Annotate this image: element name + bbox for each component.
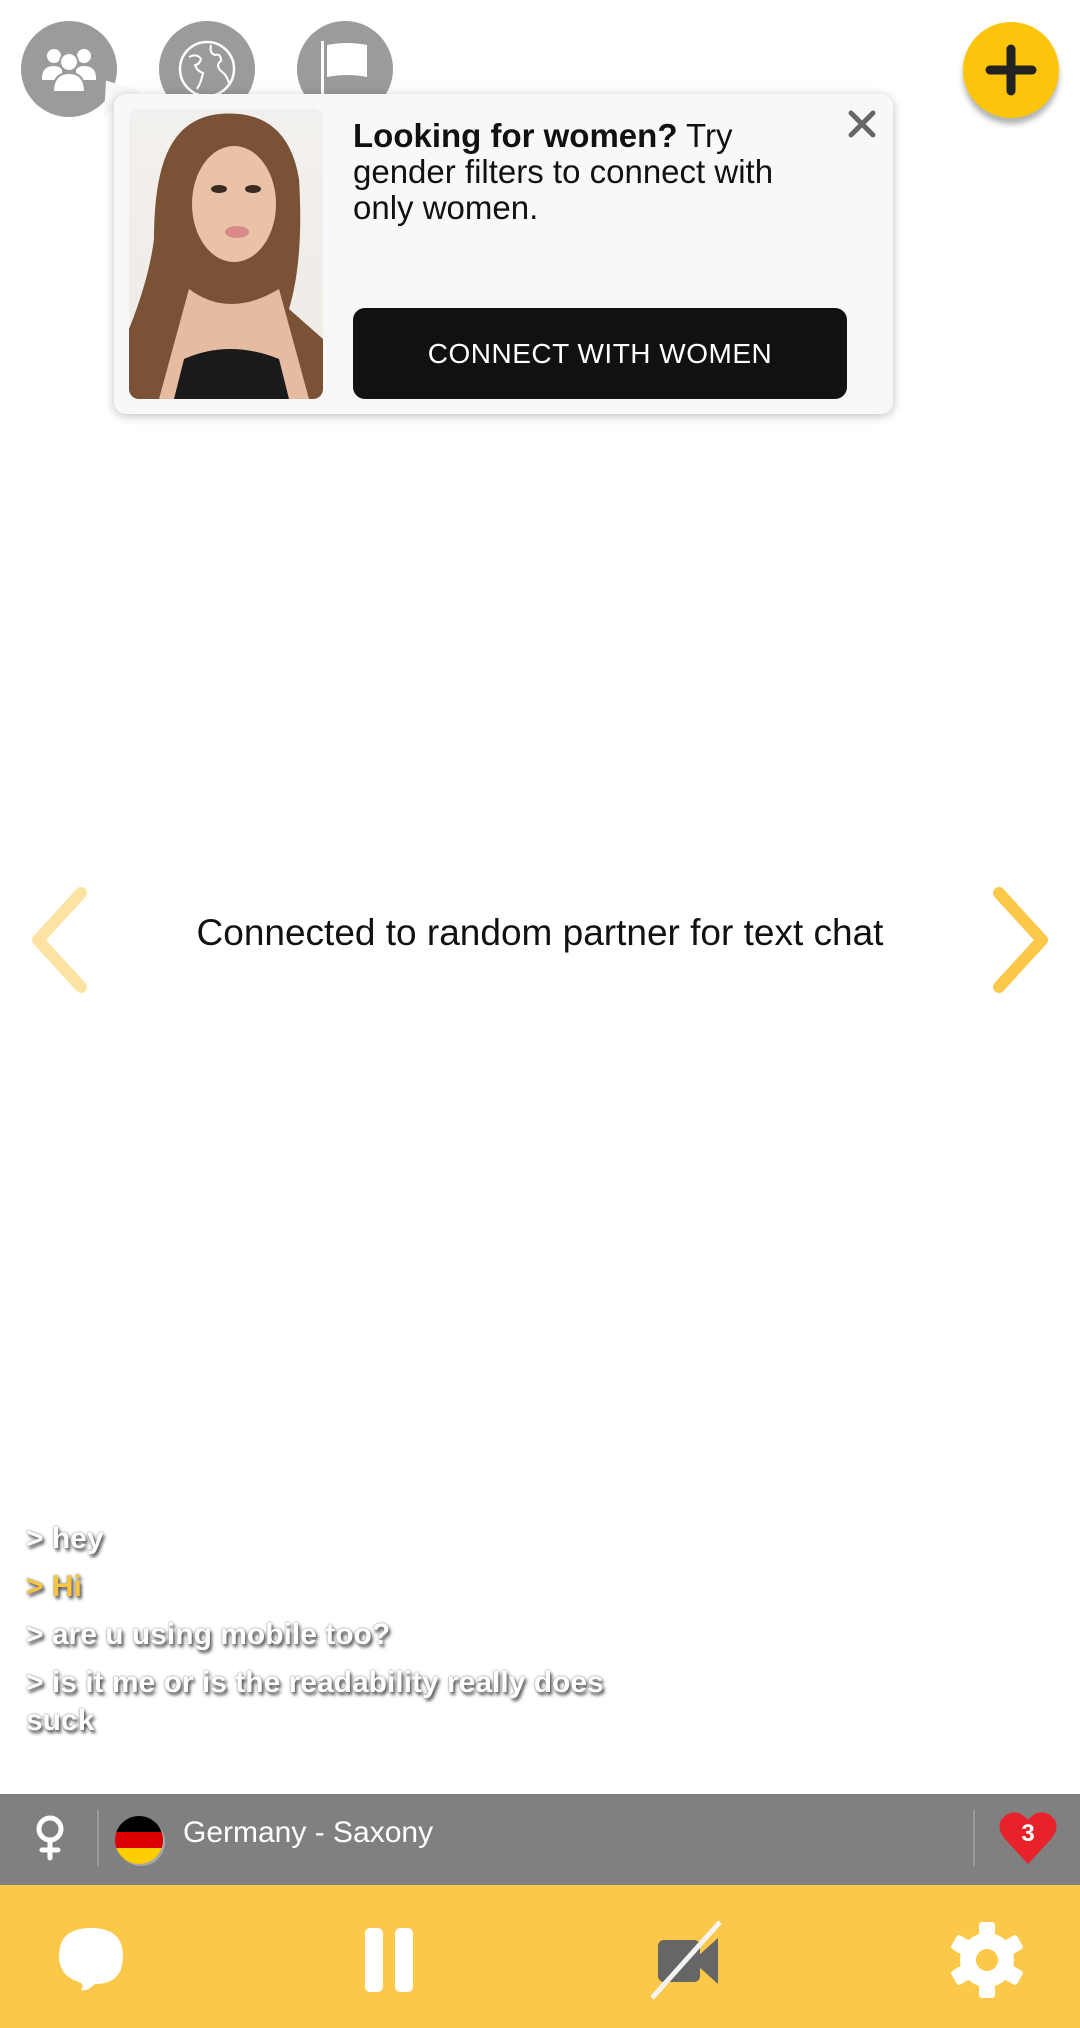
promo-headline: Looking for women? xyxy=(353,117,678,154)
connect-with-women-button[interactable]: CONNECT WITH WOMEN xyxy=(353,308,847,399)
settings-icon xyxy=(951,1922,1023,1998)
plus-icon xyxy=(985,44,1037,96)
bottom-toolbar xyxy=(0,1885,1080,2028)
pause-icon xyxy=(365,1928,413,1992)
add-button[interactable] xyxy=(963,22,1059,118)
close-popup-button[interactable] xyxy=(846,108,878,140)
chat-button[interactable] xyxy=(46,1915,136,2005)
video-toggle-button[interactable] xyxy=(643,1915,733,2005)
divider xyxy=(97,1810,99,1866)
female-icon xyxy=(36,1815,64,1861)
close-icon xyxy=(848,110,876,138)
partner-location: Germany - Saxony xyxy=(183,1816,434,1849)
chevron-right-icon xyxy=(993,887,1048,993)
divider xyxy=(973,1810,975,1866)
settings-button[interactable] xyxy=(942,1915,1032,2005)
promo-photo xyxy=(129,109,323,399)
woman-photo-placeholder xyxy=(129,113,323,399)
next-partner-button[interactable] xyxy=(984,885,1054,995)
flag-icon xyxy=(321,41,367,99)
gender-filter-button[interactable] xyxy=(34,1814,66,1867)
connection-status: Connected to random partner for text cha… xyxy=(196,912,884,953)
chat-log: > hey > Hi > are u using mobile too? > i… xyxy=(26,1520,666,1750)
pause-button[interactable] xyxy=(344,1915,434,2005)
promo-message: Looking for women? Try gender filters to… xyxy=(353,118,833,226)
people-icon xyxy=(42,49,96,93)
germany-flag-icon xyxy=(115,1816,163,1864)
chat-message: > are u using mobile too? xyxy=(26,1618,391,1651)
chat-message: > is it me or is the readability really … xyxy=(26,1666,604,1737)
likes-button[interactable]: 3 xyxy=(998,1810,1058,1866)
promo-popup: Looking for women? Try gender filters to… xyxy=(114,94,893,414)
chat-message: > hey xyxy=(26,1522,104,1555)
chat-message-own: > Hi xyxy=(26,1570,82,1603)
likes-count: 3 xyxy=(1021,1820,1035,1847)
globe-icon xyxy=(178,40,236,98)
video-off-icon xyxy=(650,1920,722,2000)
chat-icon xyxy=(59,1928,123,1991)
partner-info-bar: Germany - Saxony 3 xyxy=(0,1794,1080,1885)
